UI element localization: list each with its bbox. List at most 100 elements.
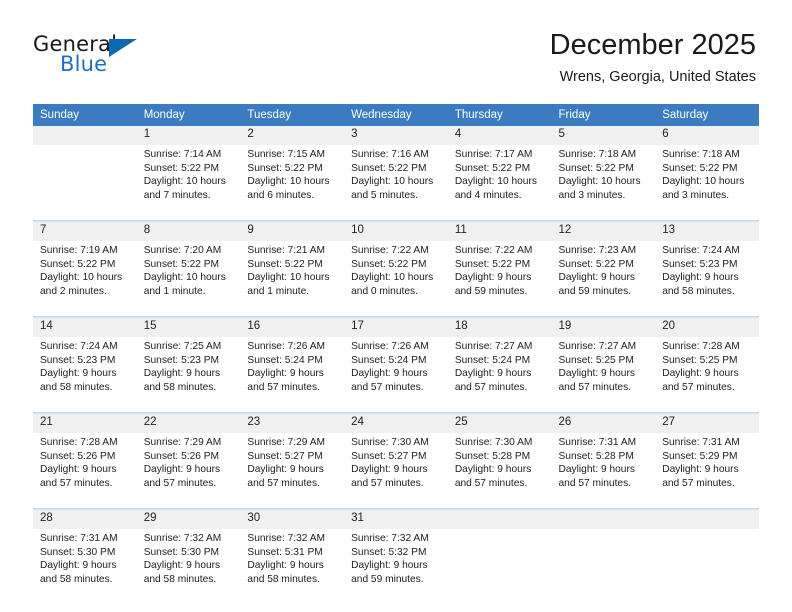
day-number-cell[interactable]: 22 <box>136 414 241 433</box>
day-detail-cell[interactable]: Sunrise: 7:32 AM Sunset: 5:31 PM Daylight:… <box>240 529 345 604</box>
day-number-cell[interactable]: 17 <box>344 318 448 337</box>
daylight-text: Daylight: 10 hours <box>558 176 641 188</box>
day-detail-cell[interactable]: Sunrise: 7:32 AM Sunset: 5:30 PM Daylight:… <box>136 529 241 604</box>
day-detail-cell[interactable]: Sunrise: 7:27 AM Sunset: 5:24 PM Daylight:… <box>447 337 552 413</box>
daylight-text: Daylight: 9 hours <box>454 368 532 380</box>
day-detail-cell[interactable]: Sunrise: 7:30 AM Sunset: 5:27 PM Daylight:… <box>344 433 448 509</box>
sunrise-text: Sunrise: 7:30 AM <box>454 437 533 448</box>
day-detail-cell[interactable]: Sunrise: 7:19 AM Sunset: 5:22 PM Daylight:… <box>33 241 137 317</box>
daylight-text-cont: and 57 minutes. <box>662 477 735 489</box>
day-number-cell[interactable]: 2 <box>240 126 345 145</box>
daylight-text: Daylight: 9 hours <box>247 464 324 476</box>
day-number-cell[interactable]: 10 <box>344 222 448 241</box>
day-number-cell-empty <box>655 510 759 529</box>
day-number-cell[interactable]: 1 <box>136 126 241 145</box>
sunrise-text: Sunrise: 7:17 AM <box>454 149 533 160</box>
daylight-text-cont: and 5 minutes. <box>351 189 418 201</box>
day-detail-cell[interactable]: Sunrise: 7:16 AM Sunset: 5:22 PM Daylight:… <box>344 145 448 221</box>
daylight-text: Daylight: 10 hours <box>247 176 330 188</box>
day-detail-cell[interactable]: Sunrise: 7:28 AM Sunset: 5:25 PM Daylight:… <box>655 337 759 413</box>
day-detail-cell[interactable]: Sunrise: 7:14 AM Sunset: 5:22 PM Daylight:… <box>136 145 241 221</box>
day-number-cell[interactable]: 11 <box>447 222 552 241</box>
daylight-text-cont: and 6 minutes. <box>247 189 315 201</box>
day-number-cell[interactable]: 20 <box>655 318 759 337</box>
daylight-text: Daylight: 9 hours <box>454 464 532 476</box>
weekday-header-sunday: Sunday <box>33 104 137 126</box>
day-number-cell[interactable]: 14 <box>33 318 137 337</box>
day-number-cell[interactable]: 18 <box>447 318 552 337</box>
day-detail-cell[interactable]: Sunrise: 7:22 AM Sunset: 5:22 PM Daylight:… <box>447 241 552 317</box>
day-detail-cell[interactable]: Sunrise: 7:15 AM Sunset: 5:22 PM Daylight:… <box>240 145 345 221</box>
day-detail-cell[interactable]: Sunrise: 7:32 AM Sunset: 5:32 PM Daylight:… <box>344 529 448 604</box>
sunset-text: Sunset: 5:27 PM <box>351 450 427 462</box>
sunset-text: Sunset: 5:22 PM <box>143 258 220 270</box>
day-detail-cell[interactable]: Sunrise: 7:31 AM Sunset: 5:28 PM Daylight:… <box>551 433 656 509</box>
day-detail-cell[interactable]: Sunrise: 7:31 AM Sunset: 5:29 PM Daylight:… <box>655 433 759 509</box>
sunrise-text: Sunrise: 7:27 AM <box>454 341 533 352</box>
day-detail-cell[interactable]: Sunrise: 7:23 AM Sunset: 5:22 PM Daylight:… <box>551 241 656 317</box>
day-number-cell[interactable]: 27 <box>655 414 759 433</box>
day-number-cell[interactable]: 8 <box>136 222 241 241</box>
day-number-cell[interactable]: 4 <box>447 126 552 145</box>
day-detail-cell[interactable]: Sunrise: 7:21 AM Sunset: 5:22 PM Daylight:… <box>240 241 345 317</box>
daylight-text-cont: and 57 minutes. <box>40 477 113 489</box>
daylight-text-cont: and 58 minutes. <box>143 573 217 585</box>
day-number-cell[interactable]: 13 <box>655 222 759 241</box>
sunset-text: Sunset: 5:25 PM <box>558 354 634 366</box>
sunrise-text: Sunrise: 7:25 AM <box>143 341 222 352</box>
day-detail-cell[interactable]: Sunrise: 7:30 AM Sunset: 5:28 PM Daylight:… <box>447 433 552 509</box>
day-detail-cell[interactable]: Sunrise: 7:29 AM Sunset: 5:26 PM Daylight:… <box>136 433 241 509</box>
day-number-cell[interactable]: 6 <box>655 126 759 145</box>
day-number-cell[interactable]: 19 <box>551 318 656 337</box>
day-number-cell[interactable]: 25 <box>447 414 552 433</box>
day-detail-cell[interactable]: Sunrise: 7:25 AM Sunset: 5:23 PM Daylight:… <box>136 337 241 413</box>
daylight-text: Daylight: 9 hours <box>351 560 428 572</box>
logo-triangle-icon <box>109 39 137 57</box>
day-number-cell[interactable]: 5 <box>551 126 656 145</box>
day-number-cell[interactable]: 21 <box>33 414 137 433</box>
day-detail-cell[interactable]: Sunrise: 7:26 AM Sunset: 5:24 PM Daylight:… <box>240 337 345 413</box>
general-blue-logo[interactable]: General Blue <box>33 34 163 82</box>
sunset-text: Sunset: 5:22 PM <box>247 258 323 270</box>
day-detail-cell[interactable]: Sunrise: 7:17 AM Sunset: 5:22 PM Daylight:… <box>447 145 552 221</box>
day-number-cell[interactable]: 23 <box>240 414 345 433</box>
daylight-text-cont: and 57 minutes. <box>247 477 320 489</box>
day-detail-cell[interactable]: Sunrise: 7:22 AM Sunset: 5:22 PM Daylight:… <box>344 241 448 317</box>
daylight-text: Daylight: 10 hours <box>351 272 434 284</box>
day-detail-cell[interactable]: Sunrise: 7:18 AM Sunset: 5:22 PM Daylight:… <box>655 145 759 221</box>
sunset-text: Sunset: 5:32 PM <box>351 546 427 558</box>
day-number-cell[interactable]: 31 <box>344 510 448 529</box>
day-number-cell-empty <box>551 510 656 529</box>
sunrise-text: Sunrise: 7:32 AM <box>143 533 222 544</box>
day-number-cell[interactable]: 9 <box>240 222 345 241</box>
sunrise-text: Sunrise: 7:23 AM <box>558 245 637 256</box>
calendar-body: 1 2 3 4 5 6 Sunrise: 7:14 AM Sunset: 5:22 PM Day… <box>33 126 759 604</box>
day-number-cell[interactable]: 12 <box>551 222 656 241</box>
day-number-cell[interactable]: 3 <box>344 126 448 145</box>
day-number-cell[interactable]: 15 <box>136 318 241 337</box>
day-number-cell[interactable]: 28 <box>33 510 137 529</box>
day-detail-cell[interactable]: Sunrise: 7:20 AM Sunset: 5:22 PM Daylight:… <box>136 241 241 317</box>
sunset-text: Sunset: 5:22 PM <box>662 162 738 174</box>
day-detail-cell[interactable]: Sunrise: 7:18 AM Sunset: 5:22 PM Daylight:… <box>551 145 656 221</box>
week-daynumber-row: 7 8 9 10 11 12 13 <box>33 222 759 241</box>
day-detail-cell[interactable]: Sunrise: 7:24 AM Sunset: 5:23 PM Daylight:… <box>33 337 137 413</box>
sunrise-text: Sunrise: 7:28 AM <box>40 437 118 448</box>
daylight-text-cont: and 57 minutes. <box>454 381 528 393</box>
day-detail-cell[interactable]: Sunrise: 7:26 AM Sunset: 5:24 PM Daylight:… <box>344 337 448 413</box>
day-number-cell[interactable]: 16 <box>240 318 345 337</box>
week-detail-row: Sunrise: 7:14 AM Sunset: 5:22 PM Daylight:… <box>33 145 759 221</box>
day-detail-cell[interactable]: Sunrise: 7:29 AM Sunset: 5:27 PM Daylight:… <box>240 433 345 509</box>
day-detail-cell[interactable]: Sunrise: 7:28 AM Sunset: 5:26 PM Daylight:… <box>33 433 137 509</box>
day-number-cell[interactable]: 29 <box>136 510 241 529</box>
day-number-cell[interactable]: 24 <box>344 414 448 433</box>
day-number-cell[interactable]: 30 <box>240 510 345 529</box>
day-detail-cell[interactable]: Sunrise: 7:31 AM Sunset: 5:30 PM Daylight:… <box>33 529 137 604</box>
sunset-text: Sunset: 5:22 PM <box>247 162 323 174</box>
day-number-cell[interactable]: 26 <box>551 414 656 433</box>
day-detail-cell-empty <box>655 529 759 604</box>
day-number-cell[interactable]: 7 <box>33 222 137 241</box>
day-detail-cell[interactable]: Sunrise: 7:27 AM Sunset: 5:25 PM Daylight:… <box>551 337 656 413</box>
week-detail-row: Sunrise: 7:19 AM Sunset: 5:22 PM Daylight:… <box>33 241 759 317</box>
day-detail-cell[interactable]: Sunrise: 7:24 AM Sunset: 5:23 PM Daylight:… <box>655 241 759 317</box>
